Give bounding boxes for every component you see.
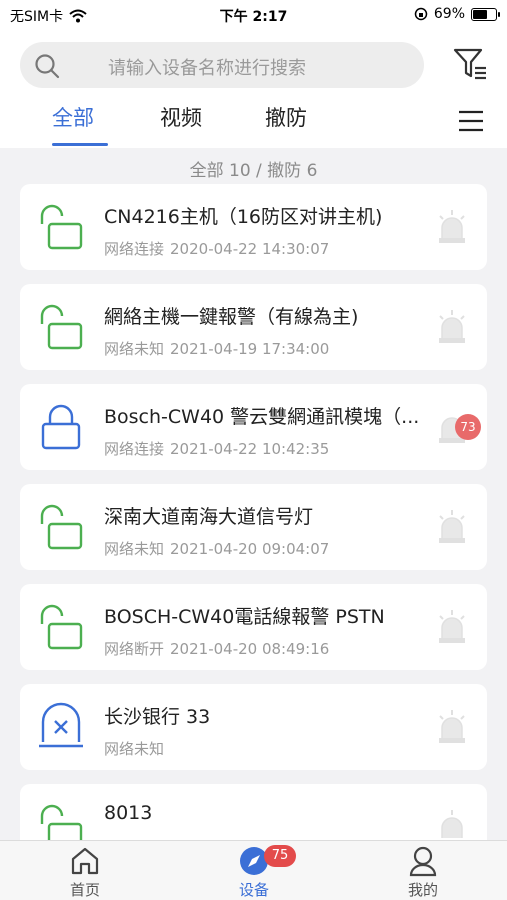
alarm-light-icon[interactable] bbox=[435, 208, 469, 244]
alarm-light-icon[interactable] bbox=[435, 608, 469, 644]
last-update: 2021-04-19 17:34:00 bbox=[170, 340, 330, 358]
unlock-icon bbox=[40, 504, 83, 550]
device-name: 8013 bbox=[104, 802, 153, 824]
nav-devices-label: 设备 bbox=[238, 881, 269, 899]
device-card[interactable]: 长沙银行 33 网络未知 bbox=[20, 684, 487, 770]
unlock-icon bbox=[40, 204, 83, 250]
device-card[interactable]: 深南大道南海大道信号灯 网络未知 2021-04-20 09:04:07 bbox=[20, 484, 487, 570]
last-update: 2021-04-22 10:42:35 bbox=[170, 440, 330, 458]
tab-underline bbox=[52, 143, 108, 146]
alarm-count-badge: 73 bbox=[455, 414, 481, 440]
last-update: 2020-04-22 14:30:07 bbox=[170, 240, 330, 258]
alarm-light-icon[interactable] bbox=[435, 508, 469, 544]
nav-mine-label: 我的 bbox=[407, 881, 438, 899]
network-status: 网络未知 bbox=[104, 740, 165, 758]
battery-icon bbox=[471, 7, 500, 21]
device-card[interactable]: BOSCH-CW40電話線報警 PSTN 网络断开 2021-04-20 08:4… bbox=[20, 584, 487, 670]
device-name: Bosch-CW40 警云雙網通訊模塊（... bbox=[104, 406, 420, 428]
nav-mine[interactable]: 我的 bbox=[363, 841, 483, 900]
battery-percent: 69% bbox=[433, 6, 465, 22]
device-card[interactable]: 網絡主機一鍵報警（有線為主) 网络未知 2021-04-19 17:34:00 bbox=[20, 284, 487, 370]
filter-icon[interactable] bbox=[452, 46, 488, 82]
nav-home[interactable]: 首页 bbox=[25, 841, 145, 900]
nav-home-label: 首页 bbox=[69, 881, 100, 899]
network-status: 网络连接 bbox=[104, 440, 165, 458]
tab-video[interactable]: 视频 bbox=[160, 102, 202, 132]
alarm-light-icon[interactable] bbox=[435, 308, 469, 344]
unlock-icon bbox=[40, 604, 83, 650]
search-bar[interactable]: 请输入设备名称进行搜索 bbox=[20, 42, 424, 88]
bottom-tab-bar: 首页 设备 我的 bbox=[0, 840, 507, 900]
tab-all[interactable]: 全部 bbox=[52, 102, 94, 132]
top-bar: 无SIM卡 下午 2:17 69% 请输入设备名称进行搜索 全部 视频 撤防 bbox=[0, 0, 507, 148]
alarm-light-icon[interactable] bbox=[435, 708, 469, 744]
orientation-lock-icon bbox=[414, 7, 428, 21]
device-name: BOSCH-CW40電話線報警 PSTN bbox=[104, 606, 385, 628]
network-status: 网络断开 bbox=[104, 640, 165, 658]
alarm-light-icon[interactable] bbox=[435, 808, 469, 844]
last-update: 2021-04-20 08:49:16 bbox=[170, 640, 330, 658]
device-summary: 全部 10 / 撤防 6 bbox=[189, 161, 318, 181]
home-icon bbox=[71, 847, 99, 875]
device-card[interactable]: Bosch-CW40 警云雙網通訊模塊（... 网络连接 2021-04-22 1… bbox=[20, 384, 487, 470]
network-status: 网络未知 bbox=[104, 540, 165, 558]
nav-devices[interactable]: 设备 bbox=[194, 841, 314, 900]
device-name: 網絡主機一鍵報警（有線為主) bbox=[104, 306, 359, 328]
device-card[interactable]: CN4216主机（16防区对讲主机) 网络连接 2020-04-22 14:30:… bbox=[20, 184, 487, 270]
network-status: 网络未知 bbox=[104, 340, 165, 358]
last-update: 2021-04-20 09:04:07 bbox=[170, 540, 330, 558]
status-bar: 无SIM卡 下午 2:17 69% bbox=[0, 0, 507, 30]
search-icon bbox=[35, 54, 60, 79]
disconnected-icon bbox=[39, 702, 83, 748]
tab-disarm[interactable]: 撤防 bbox=[265, 102, 307, 132]
battery-fill bbox=[473, 9, 488, 19]
category-tabs: 全部 视频 撤防 bbox=[0, 100, 507, 148]
device-name: 长沙银行 33 bbox=[104, 706, 211, 728]
menu-icon[interactable] bbox=[458, 108, 484, 134]
search-input[interactable]: 请输入设备名称进行搜索 bbox=[108, 54, 306, 80]
device-name: CN4216主机（16防区对讲主机) bbox=[104, 206, 383, 228]
network-status: 网络连接 bbox=[104, 240, 165, 258]
unlock-icon bbox=[40, 304, 83, 350]
devices-badge: 75 bbox=[264, 845, 296, 867]
lock-icon bbox=[41, 404, 81, 450]
user-icon bbox=[409, 846, 437, 877]
device-name: 深南大道南海大道信号灯 bbox=[104, 506, 314, 528]
